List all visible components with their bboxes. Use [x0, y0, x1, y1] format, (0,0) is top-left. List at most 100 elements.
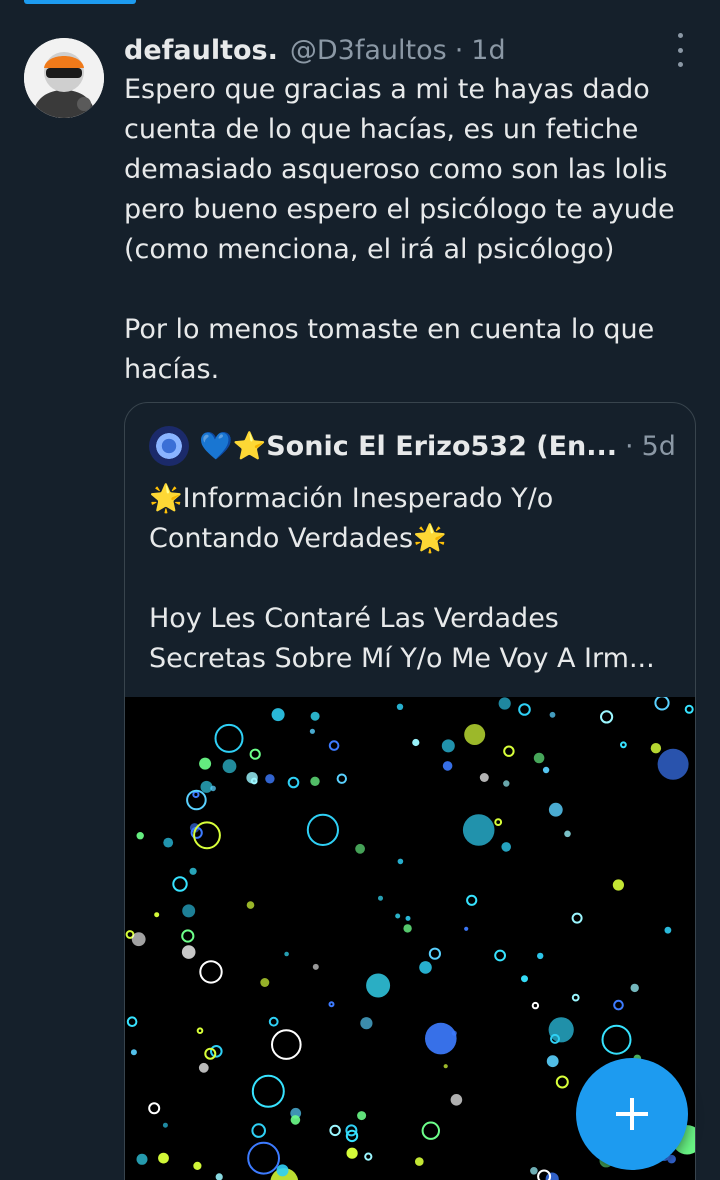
bubble	[684, 704, 694, 714]
bubble	[210, 1045, 223, 1058]
bubble	[246, 901, 255, 909]
bubble	[310, 776, 320, 786]
bubble	[222, 759, 237, 774]
tweet-text: Espero que gracias a mi te hayas dado cu…	[124, 74, 675, 385]
bubble	[620, 741, 627, 749]
bubble	[419, 961, 432, 974]
bubble	[397, 858, 404, 865]
bubble	[131, 932, 146, 947]
bubble	[251, 1074, 285, 1108]
bubble	[546, 1055, 559, 1068]
bubble	[346, 1147, 358, 1159]
timestamp[interactable]: 1d	[471, 35, 505, 66]
separator-dot: ·	[625, 430, 634, 462]
bubble	[549, 711, 556, 718]
bubble	[200, 780, 213, 793]
handle[interactable]: @D3faultos	[290, 35, 447, 66]
bubble	[329, 1124, 341, 1137]
bubble	[126, 1016, 138, 1028]
plus-icon	[616, 1098, 648, 1130]
bubble	[364, 1152, 373, 1161]
bubble	[199, 757, 212, 770]
bubble	[466, 894, 478, 906]
bubble	[136, 1153, 148, 1165]
bubble	[378, 895, 383, 901]
bubble	[654, 695, 670, 711]
bubble	[306, 813, 339, 846]
bubble	[193, 821, 221, 850]
more-vertical-icon[interactable]	[668, 33, 692, 67]
bubble	[450, 1094, 463, 1106]
bubble	[130, 1049, 137, 1056]
bubble	[530, 1167, 538, 1175]
bubble	[650, 743, 662, 754]
quoted-tweet-header: 💙⭐Sonic El Erizo532 (En... · 5d	[149, 425, 679, 467]
bubble	[265, 774, 275, 784]
bubble	[154, 912, 160, 918]
bubble	[312, 963, 319, 970]
bubble	[214, 723, 244, 753]
bubble	[182, 904, 196, 918]
bubble	[441, 739, 455, 753]
bubble	[494, 949, 507, 962]
bubble	[657, 748, 689, 780]
bubble	[328, 740, 340, 751]
bubble	[571, 993, 580, 1002]
bubble	[189, 867, 197, 875]
bubble	[287, 776, 300, 789]
compose-button[interactable]	[576, 1058, 688, 1170]
bubble	[462, 814, 495, 846]
avatar[interactable]	[24, 38, 104, 118]
bubble	[428, 947, 441, 960]
bubble	[442, 761, 453, 771]
bubble	[192, 790, 200, 799]
bubble	[421, 1121, 440, 1140]
bubble	[186, 789, 207, 811]
bubble	[403, 924, 412, 933]
bubble	[247, 1141, 281, 1175]
display-name[interactable]: defaultos.	[124, 35, 278, 66]
bubble	[215, 1173, 223, 1180]
bubble	[181, 945, 196, 959]
bubble	[310, 711, 320, 721]
bubble	[136, 832, 144, 840]
bubble	[564, 830, 571, 838]
bubble	[196, 1027, 204, 1035]
bubble	[464, 724, 486, 745]
bubble	[271, 1029, 302, 1060]
bubble	[521, 975, 528, 983]
bubble	[503, 780, 510, 787]
bubble	[357, 1111, 367, 1121]
bubble	[613, 999, 624, 1011]
bubble	[309, 728, 315, 734]
timeline-page: defaultos. @D3faultos · 1d Espero que gr…	[0, 0, 720, 1180]
quoted-tweet-text: 🌟Información Inesperado Y/o Contando Ver…	[149, 483, 655, 674]
bubble	[148, 1102, 161, 1115]
bubble	[271, 708, 285, 722]
bubble	[443, 1064, 448, 1069]
bubble	[425, 1022, 457, 1055]
bubble	[366, 973, 391, 998]
bubble	[396, 703, 404, 710]
bubble	[172, 876, 188, 892]
bubble	[251, 1123, 266, 1138]
bubble	[158, 1152, 169, 1164]
bubble	[601, 1024, 632, 1055]
bubble	[284, 951, 289, 957]
bubble	[198, 1062, 209, 1073]
bubble	[193, 1161, 202, 1170]
bubble	[328, 1001, 335, 1008]
bubble	[494, 818, 503, 826]
bubble	[290, 1115, 301, 1125]
tab-indicator	[24, 0, 136, 4]
bubble	[210, 785, 216, 792]
bubble	[630, 983, 639, 993]
quoted-timestamp: 5d	[641, 430, 676, 462]
bubble	[548, 1017, 574, 1043]
bubble	[612, 879, 624, 891]
more-dot	[677, 62, 683, 67]
bubble	[162, 1122, 168, 1128]
bubble	[555, 1075, 569, 1089]
bubble	[664, 926, 672, 934]
bubble	[571, 912, 583, 924]
